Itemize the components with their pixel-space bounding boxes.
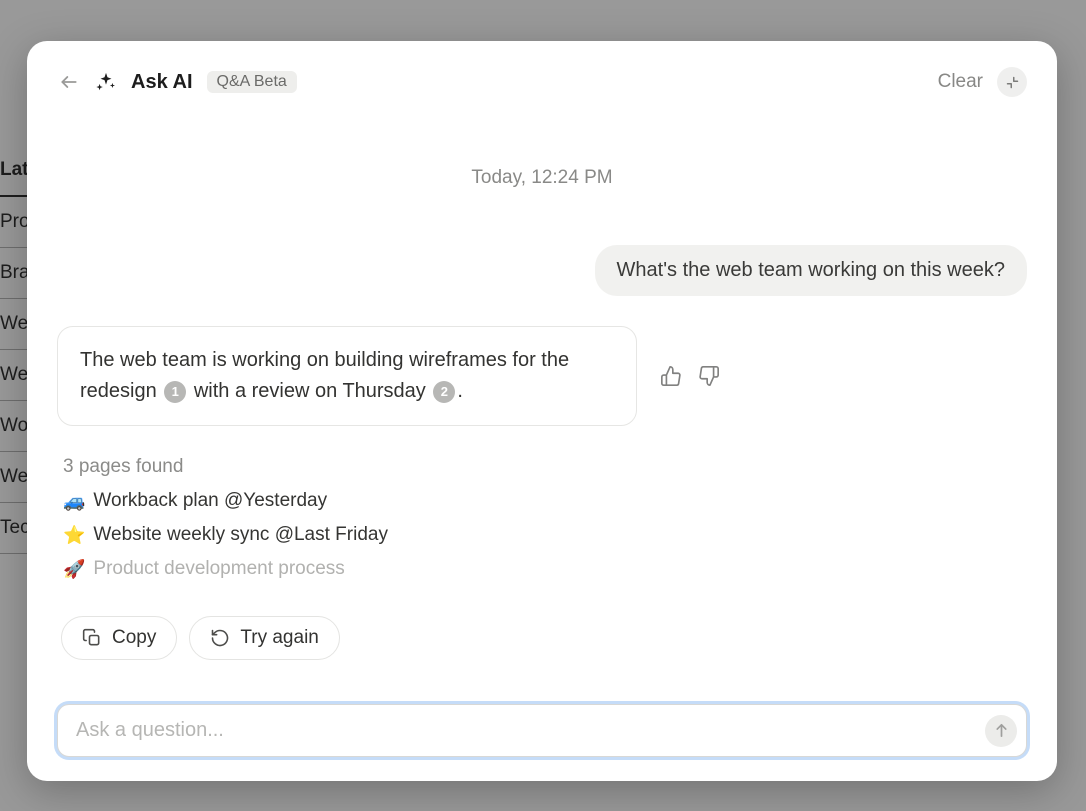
ai-text-part: with a review on Thursday [194,380,426,402]
page-title: Website weekly sync @Last Friday [93,524,388,546]
back-arrow-icon[interactable] [57,70,81,94]
source-page-item[interactable]: 🚀 Product development process [57,558,1027,580]
copy-button[interactable]: Copy [61,616,177,660]
modal-title: Ask AI [131,71,193,94]
collapse-icon [1005,75,1020,90]
question-input[interactable] [57,704,1027,757]
page-title: Workback plan @Yesterday [93,490,327,512]
citation-badge[interactable]: 1 [164,381,186,403]
modal-header-left: Ask AI Q&A Beta [57,70,297,94]
send-button[interactable] [985,715,1017,747]
collapse-button[interactable] [997,67,1027,97]
try-again-label: Try again [240,627,319,649]
user-message-bubble: What's the web team working on this week… [595,245,1027,296]
thumbs-up-icon [660,365,682,387]
citation-badge[interactable]: 2 [433,381,455,403]
beta-badge: Q&A Beta [207,71,297,93]
page-title: Product development process [93,558,344,580]
try-again-button[interactable]: Try again [189,616,340,660]
page-emoji-icon: 🚙 [63,491,85,512]
chat-body: Today, 12:24 PM What's the web team work… [57,107,1027,684]
ai-response-row: The web team is working on building wire… [57,326,1027,426]
feedback-icons [657,362,723,390]
input-row [57,704,1027,757]
thumbs-up-button[interactable] [657,362,685,390]
ai-message-bubble: The web team is working on building wire… [57,326,637,426]
modal-header-right: Clear [938,67,1027,97]
clear-button[interactable]: Clear [938,71,983,93]
modal-header: Ask AI Q&A Beta Clear [57,67,1027,97]
timestamp-label: Today, 12:24 PM [57,167,1027,189]
arrow-up-icon [993,722,1010,739]
thumbs-down-button[interactable] [695,362,723,390]
page-emoji-icon: 🚀 [63,559,85,580]
source-page-item[interactable]: 🚙 Workback plan @Yesterday [57,490,1027,512]
sparkle-icon [95,71,117,93]
action-buttons-row: Copy Try again [57,616,1027,660]
copy-label: Copy [112,627,156,649]
copy-icon [82,628,102,648]
source-page-item[interactable]: ⭐ Website weekly sync @Last Friday [57,524,1027,546]
ai-text-part: . [457,380,463,402]
pages-found-label: 3 pages found [57,456,1027,478]
retry-icon [210,628,230,648]
ask-ai-modal: Ask AI Q&A Beta Clear Today, 12:24 PM Wh… [27,41,1057,781]
thumbs-down-icon [698,365,720,387]
page-emoji-icon: ⭐ [63,525,85,546]
